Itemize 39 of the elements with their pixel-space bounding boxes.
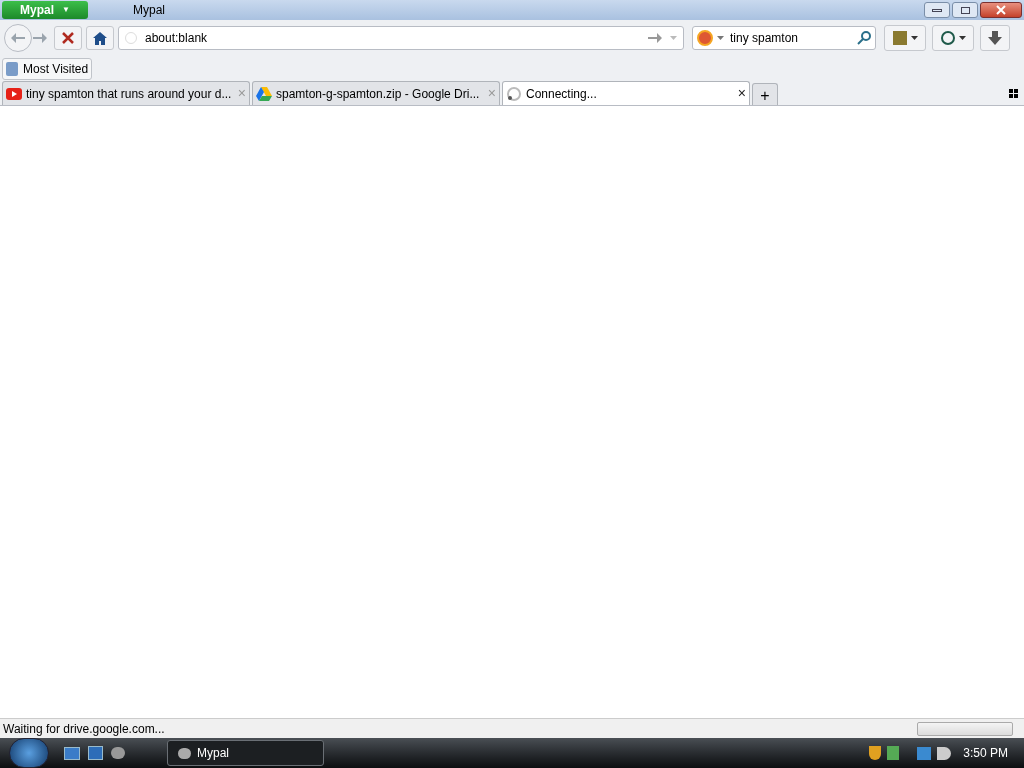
browser-tab[interactable]: tiny spamton that runs around your d... ×	[2, 81, 250, 105]
taskbar-button[interactable]: Mypal	[167, 740, 324, 766]
triangle-logo-icon	[256, 86, 272, 101]
download-icon	[988, 31, 1002, 45]
minimize-button[interactable]	[924, 2, 950, 18]
shield-icon[interactable]	[869, 746, 882, 760]
forward-icon	[33, 32, 47, 44]
clock-icon	[940, 31, 955, 45]
new-tab-button[interactable]: +	[752, 83, 778, 105]
close-icon	[996, 5, 1006, 15]
bookmarks-button[interactable]	[884, 25, 926, 51]
search-icon	[857, 31, 871, 45]
loading-icon	[506, 85, 522, 102]
close-icon[interactable]: ×	[737, 83, 746, 104]
home-icon	[93, 31, 107, 45]
go-icon	[648, 32, 662, 44]
window-title: Mypal	[133, 2, 165, 19]
search-field[interactable]: tiny spamton	[692, 26, 876, 50]
home-button[interactable]	[86, 26, 114, 50]
start-button[interactable]	[9, 738, 49, 768]
restore-button[interactable]	[952, 2, 978, 18]
status-text: Waiting for drive.google.com...	[3, 720, 165, 738]
download-button[interactable]	[980, 25, 1010, 51]
stop-icon	[62, 32, 74, 44]
caret-icon	[717, 36, 724, 40]
browser-tab[interactable]: spamton-g-spamton.zip - Google Dri... ×	[252, 81, 500, 105]
caret-icon	[958, 36, 966, 40]
address-field[interactable]: about:blank	[118, 26, 684, 50]
grid-icon[interactable]	[1009, 89, 1018, 98]
stop-button[interactable]	[54, 26, 82, 50]
caret-icon	[670, 36, 677, 40]
video-icon	[6, 87, 22, 100]
history-button[interactable]	[932, 25, 974, 51]
caret-icon	[910, 36, 918, 40]
back-icon	[11, 32, 25, 44]
close-button[interactable]	[980, 2, 1022, 18]
browser-tab[interactable]: Connecting... ×	[502, 81, 750, 105]
clock[interactable]: 3:50 PM	[963, 744, 1008, 762]
bookmark-folder[interactable]: Most Visited	[2, 58, 93, 80]
